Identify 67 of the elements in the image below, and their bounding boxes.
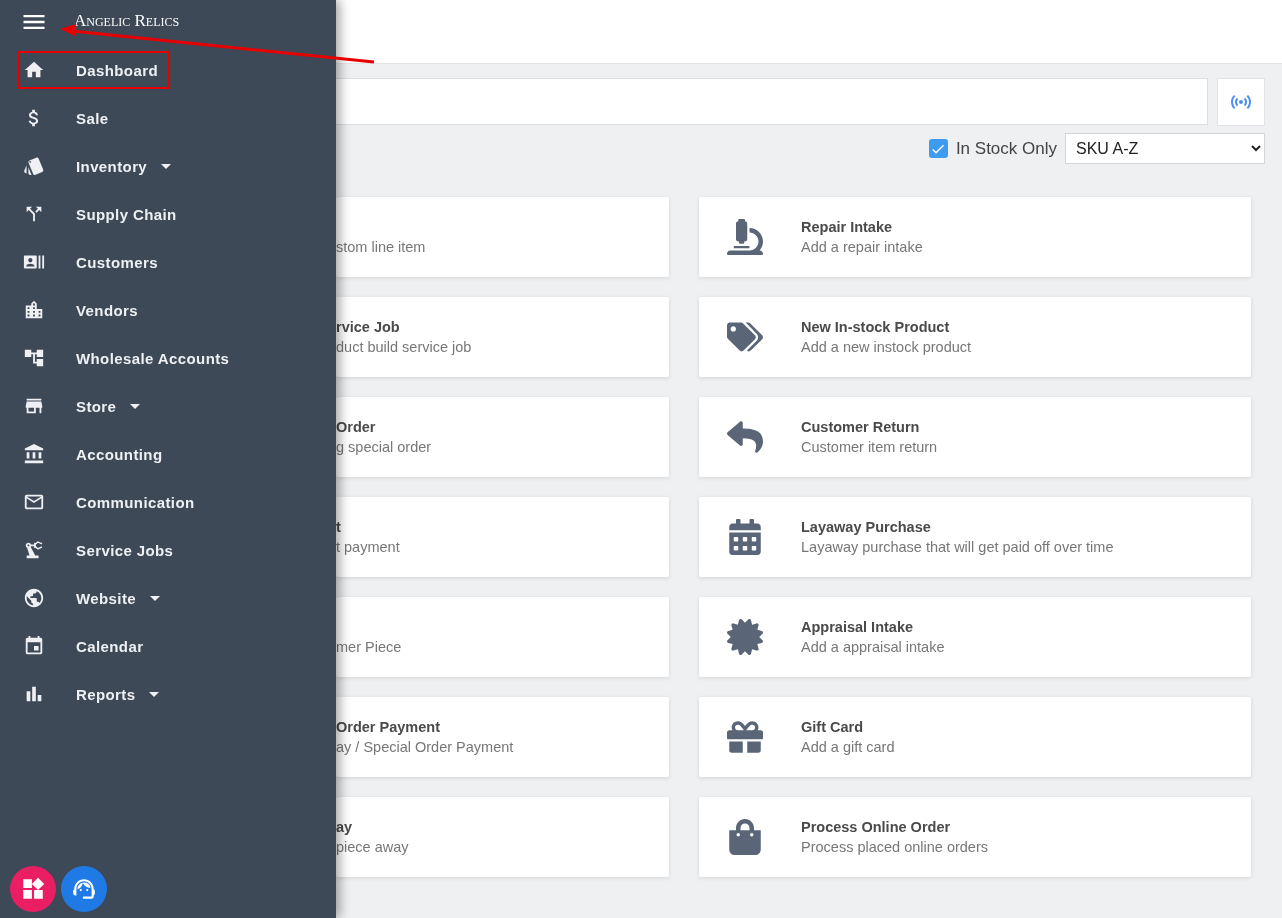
broadcast-button[interactable]: [1217, 78, 1265, 126]
sidebar-item[interactable]: Dashboard: [18, 51, 170, 89]
microscope-icon: [725, 219, 765, 255]
sidebar-item[interactable]: Store: [18, 387, 153, 425]
card-subtitle: Customer item return: [801, 439, 938, 455]
action-card[interactable]: Order g special order: [336, 397, 669, 477]
card-title: New In-stock Product: [801, 319, 951, 336]
checkbox[interactable]: [928, 139, 948, 158]
sidebar-item[interactable]: Communication: [18, 483, 207, 521]
sidebar-item[interactable]: Accounting: [18, 435, 175, 473]
reply-arrow-icon: [725, 419, 765, 455]
card-subtitle: Add a new instock product: [801, 339, 972, 355]
sidebar-item[interactable]: Website: [18, 579, 173, 617]
card-subtitle: g special order: [336, 439, 432, 455]
action-card[interactable]: t t payment: [336, 497, 669, 577]
card-subtitle: Add a appraisal intake: [801, 639, 945, 655]
sidebar-item[interactable]: Calendar: [18, 627, 156, 665]
card-title: Gift Card: [801, 719, 865, 736]
card-title: Customer Return: [801, 419, 921, 436]
action-card[interactable]: Layaway Purchase Layaway purchase that will get paid off over time: [699, 497, 1251, 577]
headset-icon: [71, 876, 97, 902]
sidebar-item[interactable]: Customers: [18, 243, 170, 281]
sidebar-item[interactable]: Sale: [18, 99, 121, 137]
widgets-button[interactable]: [10, 866, 56, 912]
action-card[interactable]: Process Online Order Process placed online orders: [699, 797, 1251, 877]
card-title: t: [336, 519, 342, 536]
sidebar-item[interactable]: Inventory: [18, 147, 184, 185]
card-subtitle: Process placed online orders: [801, 839, 988, 855]
sidebar-item[interactable]: Reports: [18, 675, 172, 713]
sort-select[interactable]: SKU A-Z: [1065, 133, 1265, 164]
action-card[interactable]: stom line item: [336, 197, 669, 277]
card-title: Order Payment: [336, 719, 441, 736]
sidebar-item[interactable]: Service Jobs: [18, 531, 186, 569]
card-subtitle: stom line item: [336, 239, 426, 255]
card-title: Order: [336, 419, 377, 436]
search-field[interactable]: [336, 78, 1208, 125]
sidebar-item[interactable]: Vendors: [18, 291, 150, 329]
action-card[interactable]: Order Payment ay / Special Order Payment: [336, 697, 669, 777]
card-title: Layaway Purchase: [801, 519, 932, 536]
card-title: Process Online Order: [801, 819, 952, 836]
brand-logo: Angelic Relics: [74, 12, 180, 30]
card-title: rvice Job: [336, 319, 401, 336]
action-card[interactable]: Repair Intake Add a repair intake: [699, 197, 1251, 277]
card-title: Appraisal Intake: [801, 619, 914, 636]
action-card[interactable]: Gift Card Add a gift card: [699, 697, 1251, 777]
action-card[interactable]: New In-stock Product Add a new instock product: [699, 297, 1251, 377]
card-subtitle: t payment: [336, 539, 400, 555]
sidebar-item[interactable]: Wholesale Accounts: [18, 339, 242, 377]
card-title: ay: [336, 819, 354, 836]
card-subtitle: Add a repair intake: [801, 239, 923, 255]
gift-icon: [725, 719, 765, 755]
action-card[interactable]: ay piece away: [336, 797, 669, 877]
card-subtitle: ay / Special Order Payment: [336, 739, 514, 755]
card-subtitle: mer Piece: [336, 639, 402, 655]
sidebar-item[interactable]: Supply Chain: [18, 195, 189, 233]
card-subtitle: piece away: [336, 839, 409, 855]
card-subtitle: Layaway purchase that will get paid off over time: [801, 539, 1114, 555]
widgets-icon: [20, 876, 46, 902]
support-button[interactable]: [61, 866, 107, 912]
action-card[interactable]: rvice Job duct build service job: [336, 297, 669, 377]
card-subtitle: duct build service job: [336, 339, 472, 355]
card-subtitle: Add a gift card: [801, 739, 895, 755]
checkbox-label: In Stock Only: [955, 138, 1057, 159]
action-card[interactable]: Customer Return Customer item return: [699, 397, 1251, 477]
card-title: Repair Intake: [801, 219, 894, 236]
action-card[interactable]: Appraisal Intake Add a appraisal intake: [699, 597, 1251, 677]
action-card[interactable]: mer Piece: [336, 597, 669, 677]
